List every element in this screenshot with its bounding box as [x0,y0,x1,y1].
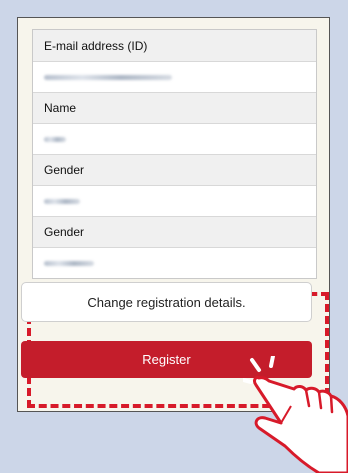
field-label-email: E-mail address (ID) [33,30,316,61]
field-value-gender [33,185,316,216]
field-label-gender: Gender [33,154,316,185]
change-registration-button[interactable]: Change registration details. [21,282,312,322]
field-label-name: Name [33,92,316,123]
field-label-gender-2: Gender [33,216,316,247]
blurred-email-value [44,74,172,80]
field-value-email [33,61,316,92]
blurred-gender-value [44,198,80,204]
field-value-gender-2 [33,247,316,278]
pointing-hand-icon [243,356,348,473]
blurred-name-value [44,136,66,142]
field-value-name [33,123,316,154]
registration-details-table: E-mail address (ID) Name Gender Gender [32,29,317,279]
blurred-gender-2-value [44,260,94,266]
